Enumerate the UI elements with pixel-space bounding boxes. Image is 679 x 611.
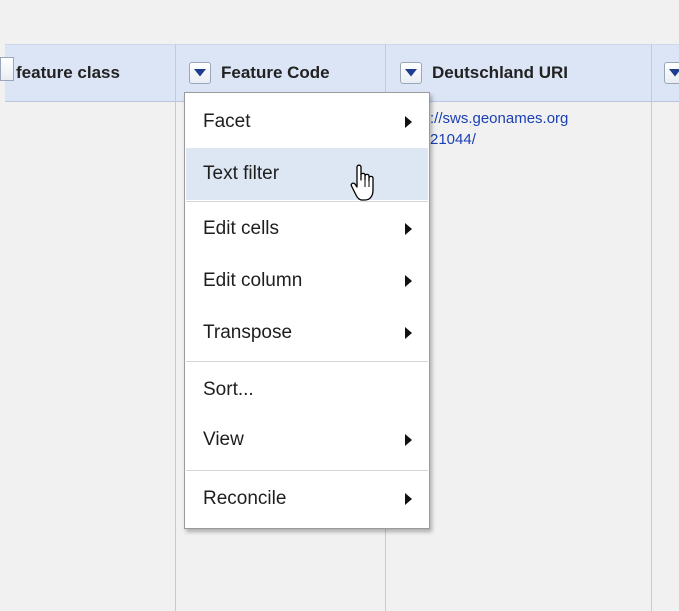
menu-item-label: Reconcile	[203, 488, 287, 509]
chevron-right-icon	[405, 327, 412, 339]
menu-item-edit-column[interactable]: Edit column	[186, 255, 428, 307]
menu-separator	[186, 361, 428, 363]
menu-item-text-filter[interactable]: Text filter	[186, 148, 428, 200]
menu-item-view[interactable]: View	[186, 414, 428, 466]
column-header-next[interactable]	[664, 44, 679, 102]
uri-link-line[interactable]: ://sws.geonames.org	[430, 108, 650, 129]
menu-item-sort[interactable]: Sort...	[186, 364, 428, 416]
chevron-down-icon	[669, 69, 679, 77]
menu-item-facet[interactable]: Facet	[186, 96, 428, 148]
column-title: Deutschland URI	[432, 63, 569, 82]
menu-item-label: Edit column	[203, 270, 303, 291]
column-context-menu: Facet Text filter Edit cells Edit column…	[184, 92, 430, 529]
menu-item-edit-cells[interactable]: Edit cells	[186, 203, 428, 255]
column-header-feature-class[interactable]: feature class	[16, 44, 120, 102]
column-title: Feature Code	[221, 63, 330, 82]
column-divider	[175, 44, 176, 611]
chevron-right-icon	[405, 493, 412, 505]
chevron-down-icon	[405, 69, 417, 77]
column-menu-button[interactable]	[400, 62, 422, 84]
menu-item-label: View	[203, 429, 244, 450]
chevron-right-icon	[405, 116, 412, 128]
menu-item-label: Edit cells	[203, 218, 280, 239]
hand-pointer-cursor-icon	[350, 164, 374, 201]
uri-cell-link[interactable]: ://sws.geonames.org 21044/	[430, 108, 650, 150]
menu-item-transpose[interactable]: Transpose	[186, 307, 428, 359]
menu-item-label: Text filter	[203, 163, 280, 184]
menu-separator	[186, 470, 428, 472]
menu-item-reconcile[interactable]: Reconcile	[186, 473, 428, 525]
chevron-down-icon	[194, 69, 206, 77]
chevron-right-icon	[405, 223, 412, 235]
column-title: feature class	[16, 63, 120, 82]
column-menu-button[interactable]	[664, 62, 679, 84]
previous-column-menu-button[interactable]	[0, 57, 14, 81]
menu-item-label: Facet	[203, 111, 251, 132]
chevron-right-icon	[405, 275, 412, 287]
uri-link-line[interactable]: 21044/	[430, 129, 650, 150]
menu-item-label: Transpose	[203, 322, 293, 343]
column-divider	[651, 44, 652, 611]
chevron-right-icon	[405, 434, 412, 446]
menu-item-label: Sort...	[203, 379, 254, 400]
column-menu-button[interactable]	[189, 62, 211, 84]
